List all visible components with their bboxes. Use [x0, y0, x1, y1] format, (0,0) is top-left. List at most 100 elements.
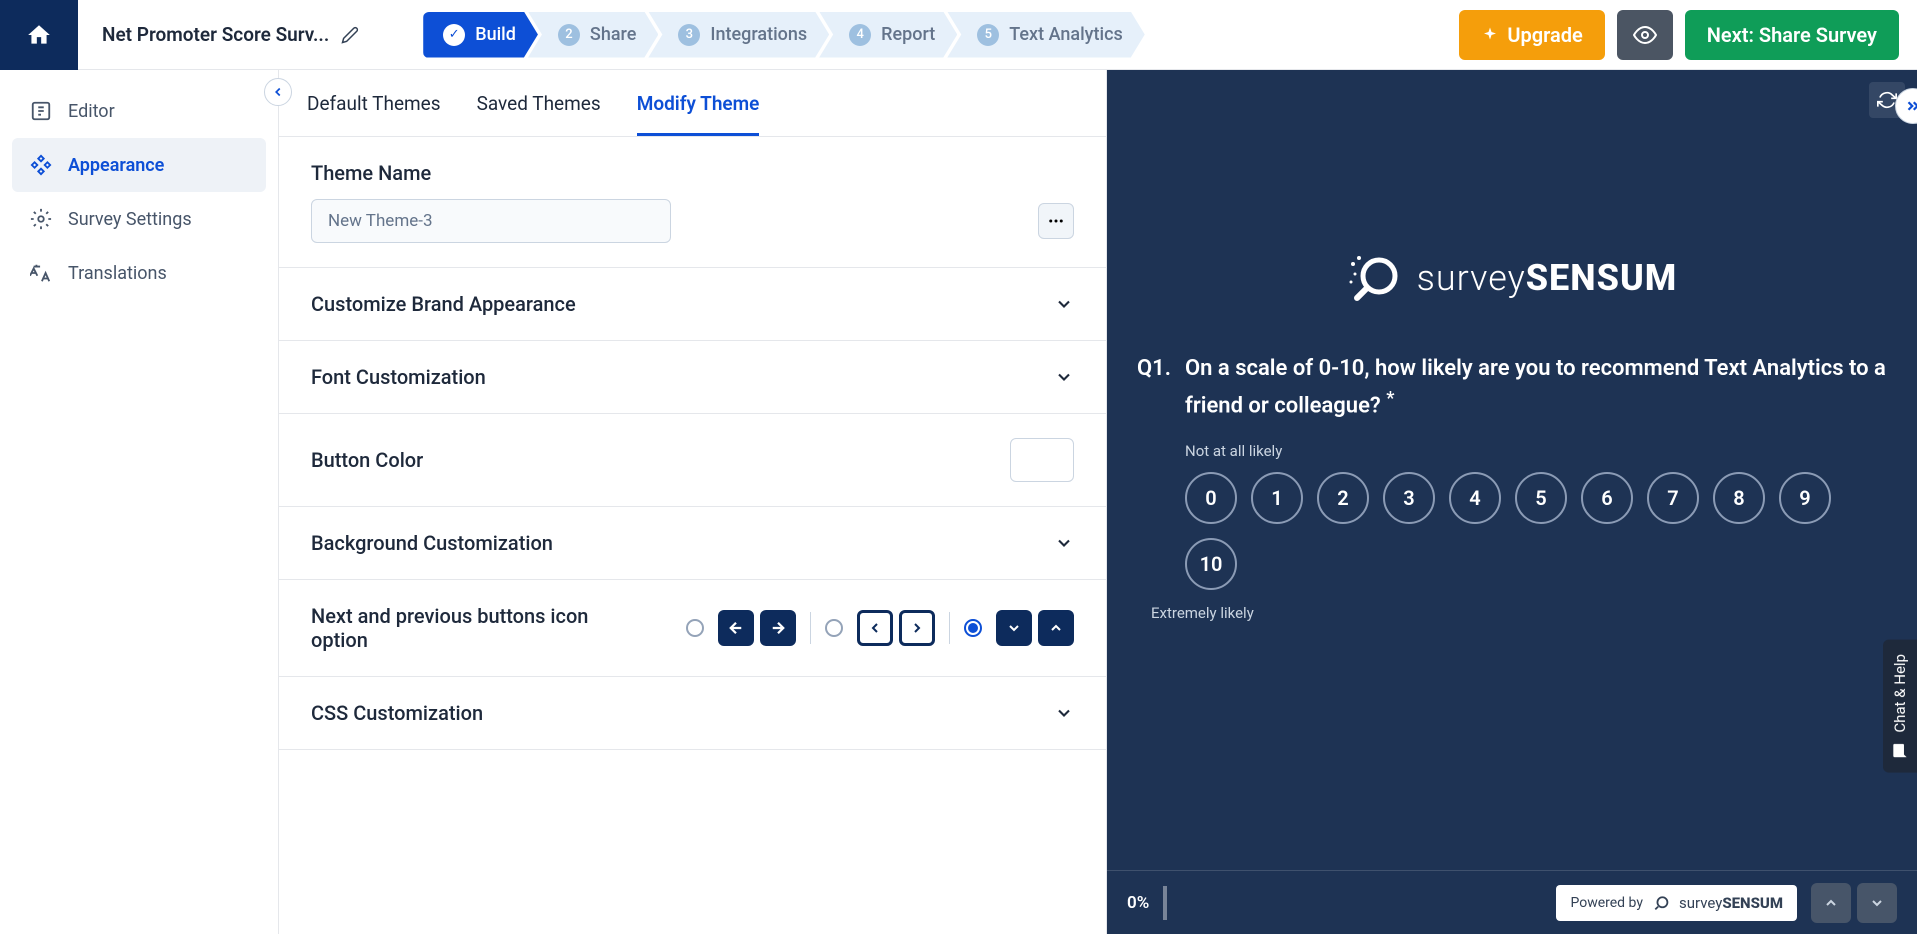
- sidebar-label: Editor: [68, 101, 115, 122]
- chevron-left-icon: [271, 85, 285, 99]
- chevron-down-icon: [1869, 895, 1885, 911]
- scale-option-5[interactable]: 5: [1515, 472, 1567, 524]
- collapse-left-button[interactable]: [264, 78, 292, 106]
- sidebar-item-appearance[interactable]: Appearance: [12, 138, 266, 192]
- scale-option-9[interactable]: 9: [1779, 472, 1831, 524]
- editor-icon: [30, 100, 52, 122]
- section-title: Next and previous buttons icon option: [311, 604, 631, 652]
- left-sidebar: Editor Appearance Survey Settings Transl…: [0, 70, 278, 934]
- tab-saved-themes[interactable]: Saved Themes: [477, 92, 601, 136]
- preview-next-button[interactable]: [1857, 883, 1897, 923]
- upgrade-button[interactable]: Upgrade: [1459, 10, 1604, 60]
- section-nav-icons: Next and previous buttons icon option: [279, 580, 1106, 677]
- section-title: Customize Brand Appearance: [311, 292, 576, 316]
- question-number: Q1.: [1137, 352, 1171, 422]
- eye-icon: [1633, 23, 1657, 47]
- arrow-right-icon: [760, 610, 796, 646]
- home-button[interactable]: [0, 0, 78, 70]
- sidebar-label: Appearance: [68, 155, 164, 176]
- step-label: Share: [590, 24, 636, 45]
- section-background[interactable]: Background Customization: [279, 507, 1106, 580]
- survey-title: Net Promoter Score Surv...: [102, 23, 329, 46]
- scale-option-10[interactable]: 10: [1185, 538, 1237, 590]
- next-button[interactable]: Next: Share Survey: [1685, 10, 1899, 60]
- step-build[interactable]: ✓ Build: [423, 12, 538, 58]
- chevron-down-icon: [1054, 703, 1074, 723]
- step-number: 2: [558, 24, 580, 46]
- logo-icon: [1347, 250, 1403, 306]
- sidebar-label: Survey Settings: [68, 209, 192, 230]
- check-icon: ✓: [443, 24, 465, 46]
- progress-bar: [1163, 886, 1167, 920]
- preview-prev-button[interactable]: [1811, 883, 1851, 923]
- theme-name-label: Theme Name: [311, 161, 1074, 185]
- sidebar-label: Translations: [68, 263, 167, 284]
- scale-option-6[interactable]: 6: [1581, 472, 1633, 524]
- progress-percent: 0%: [1127, 893, 1149, 913]
- chevron-left-icon: [857, 610, 893, 646]
- preview-button[interactable]: [1617, 10, 1673, 60]
- chevron-down-icon: [1054, 294, 1074, 314]
- section-title: Button Color: [311, 448, 423, 472]
- scale-high-label: Extremely likely: [1151, 604, 1887, 622]
- section-title: Background Customization: [311, 531, 553, 555]
- scale-option-8[interactable]: 8: [1713, 472, 1765, 524]
- scale-option-1[interactable]: 1: [1251, 472, 1303, 524]
- brand-logo-area: surveySENSUM: [1107, 70, 1917, 352]
- refresh-icon: [1877, 90, 1897, 110]
- chat-help-tab[interactable]: Chat & Help: [1883, 640, 1917, 773]
- gear-icon: [30, 208, 52, 230]
- brand-text-bold: SENSUM: [1526, 257, 1678, 299]
- translate-icon: [30, 262, 52, 284]
- wizard-steps: ✓ Build 2 Share 3 Integrations 4 Report …: [423, 12, 1145, 58]
- next-label: Next: Share Survey: [1707, 23, 1877, 47]
- step-share[interactable]: 2 Share: [528, 12, 658, 58]
- section-font[interactable]: Font Customization: [279, 341, 1106, 414]
- step-number: 5: [977, 24, 999, 46]
- section-css[interactable]: CSS Customization: [279, 677, 1106, 750]
- theme-name-input[interactable]: [311, 199, 671, 243]
- survey-preview: surveySENSUM Q1. On a scale of 0-10, how…: [1107, 70, 1917, 934]
- sidebar-item-translations[interactable]: Translations: [12, 246, 266, 300]
- scale-option-0[interactable]: 0: [1185, 472, 1237, 524]
- step-report[interactable]: 4 Report: [819, 12, 957, 58]
- theme-more-button[interactable]: [1038, 203, 1074, 239]
- nav-option-radio-2[interactable]: [825, 619, 843, 637]
- step-label: Integrations: [710, 24, 807, 45]
- section-title: Font Customization: [311, 365, 486, 389]
- chevron-up-icon: [1823, 895, 1839, 911]
- step-integrations[interactable]: 3 Integrations: [648, 12, 829, 58]
- powered-by-badge[interactable]: Powered by surveySENSUM: [1556, 885, 1797, 921]
- chat-label: Chat & Help: [1891, 654, 1909, 733]
- brand-text-light: survey: [1417, 257, 1526, 299]
- edit-icon[interactable]: [341, 26, 359, 44]
- chevron-down-icon: [1054, 533, 1074, 553]
- step-label: Build: [475, 24, 516, 45]
- scale-option-7[interactable]: 7: [1647, 472, 1699, 524]
- nav-option-radio-1[interactable]: [686, 619, 704, 637]
- sidebar-item-settings[interactable]: Survey Settings: [12, 192, 266, 246]
- question-text: On a scale of 0-10, how likely are you t…: [1185, 352, 1887, 422]
- step-number: 4: [849, 24, 871, 46]
- tab-default-themes[interactable]: Default Themes: [307, 92, 441, 136]
- button-color-swatch[interactable]: [1010, 438, 1074, 482]
- home-icon: [26, 22, 52, 48]
- chevron-down-icon: [996, 610, 1032, 646]
- scale-option-2[interactable]: 2: [1317, 472, 1369, 524]
- chevron-down-icon: [1054, 367, 1074, 387]
- divider: [810, 612, 811, 644]
- section-brand[interactable]: Customize Brand Appearance: [279, 268, 1106, 341]
- section-title: CSS Customization: [311, 701, 483, 725]
- step-text-analytics[interactable]: 5 Text Analytics: [947, 12, 1144, 58]
- nav-option-radio-3[interactable]: [964, 619, 982, 637]
- scale-option-3[interactable]: 3: [1383, 472, 1435, 524]
- chevron-up-icon: [1038, 610, 1074, 646]
- upgrade-label: Upgrade: [1507, 23, 1582, 47]
- tab-modify-theme[interactable]: Modify Theme: [637, 92, 760, 136]
- logo-icon: [1651, 893, 1671, 913]
- scale-option-4[interactable]: 4: [1449, 472, 1501, 524]
- step-label: Report: [881, 24, 935, 45]
- sidebar-item-editor[interactable]: Editor: [12, 84, 266, 138]
- nps-scale: 0 1 2 3 4 5 6 7 8 9 10: [1185, 472, 1887, 590]
- chevrons-right-icon: [1904, 97, 1917, 115]
